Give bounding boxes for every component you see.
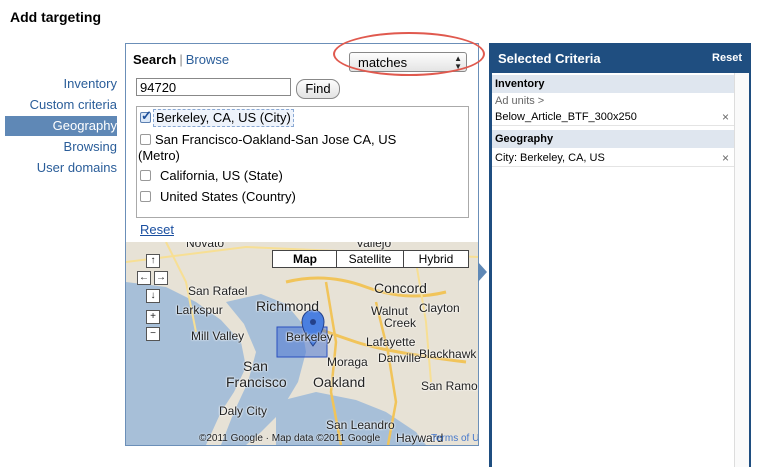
tab-search[interactable]: Search: [133, 52, 176, 67]
nav-item-geography[interactable]: Geography: [5, 116, 117, 136]
page-title: Add targeting: [10, 9, 101, 25]
map-place-label: Richmond: [256, 298, 320, 314]
nav-item-label: User domains: [36, 160, 117, 175]
map-place-label: Moraga: [327, 355, 368, 369]
nav-item-custom-criteria[interactable]: Custom criteria: [0, 95, 117, 115]
result-item-continuation: (Metro): [138, 148, 180, 164]
tab-separator: |: [179, 52, 183, 67]
map-place-label: San Rafael: [188, 284, 248, 298]
criteria-section-heading: Geography: [492, 130, 734, 148]
search-tabs: Search | Browse: [133, 52, 229, 67]
remove-icon[interactable]: ×: [722, 150, 729, 167]
criteria-item: City: Berkeley, CA, US ×: [492, 150, 734, 167]
nav-item-label: Inventory: [63, 76, 117, 91]
result-item[interactable]: California, US (State): [140, 168, 283, 184]
map-place-label: San Leandro: [326, 418, 395, 432]
map-type-hybrid-button[interactable]: Hybrid: [403, 250, 469, 268]
result-label: California, US (State): [160, 168, 283, 183]
result-label: Berkeley, CA, US (City): [156, 110, 291, 125]
map-terms-link[interactable]: Terms of Use: [431, 433, 478, 444]
map-place-label: Lafayette: [366, 335, 416, 349]
map-place-label: San Ramon: [421, 379, 478, 393]
remove-icon[interactable]: ×: [722, 109, 729, 126]
nav-item-inventory[interactable]: Inventory: [0, 74, 117, 94]
map-place-label: Mill Valley: [191, 329, 245, 343]
result-label: United States (Country): [160, 189, 296, 204]
map-place-label: Vallejo: [356, 242, 392, 250]
map-place-label: Daly City: [219, 404, 268, 418]
checkbox-icon[interactable]: [140, 170, 151, 181]
checkbox-checked-icon[interactable]: [140, 108, 152, 124]
map-place-label: Creek: [384, 316, 417, 330]
map-place-label: Francisco: [226, 374, 287, 390]
result-label: San Francisco-Oakland-San Jose CA, US: [155, 132, 397, 147]
pan-up-icon[interactable]: ↑: [146, 254, 160, 268]
zoom-in-icon[interactable]: +: [146, 310, 160, 324]
result-item[interactable]: United States (Country): [140, 189, 296, 205]
map-place-label: Berkeley: [286, 330, 333, 344]
nav-item-browsing[interactable]: Browsing: [0, 137, 117, 157]
criteria-scrollbar[interactable]: [734, 73, 749, 467]
checkbox-icon[interactable]: [140, 134, 151, 145]
criteria-item-label: Below_Article_BTF_300x250: [495, 111, 637, 123]
zoom-out-icon[interactable]: −: [146, 327, 160, 341]
result-item[interactable]: San Francisco-Oakland-San Jose CA, US: [140, 132, 455, 148]
map-place-label: Oakland: [313, 374, 366, 390]
results-list: Berkeley, CA, US (City) San Francisco-Oa…: [136, 106, 469, 218]
highlight-ellipse: [333, 32, 485, 76]
criteria-subheading: Ad units >: [495, 95, 545, 107]
criteria-item: Below_Article_BTF_300x250 ×: [492, 109, 734, 126]
map-place-label: San: [243, 358, 268, 374]
criteria-reset-button[interactable]: Reset: [712, 52, 742, 64]
nav-item-label: Browsing: [63, 139, 117, 154]
map[interactable]: ↑ ← → ↓ + − Map Satellite Hybrid Novato …: [126, 242, 478, 445]
find-button[interactable]: Find: [296, 79, 340, 99]
search-panel: Search|Browse matches ▲▼ Find Berkeley, …: [125, 43, 479, 446]
map-place-label: Blackhawk: [419, 347, 477, 361]
search-input[interactable]: [136, 78, 291, 96]
nav-item-label: Custom criteria: [29, 97, 117, 112]
criteria-list: Inventory Ad units > Below_Article_BTF_3…: [492, 73, 734, 467]
map-place-label: Larkspur: [176, 303, 223, 317]
map-place-label: Concord: [374, 280, 427, 296]
panel-arrow-icon: [478, 262, 487, 282]
result-label-continued: (Metro): [138, 148, 180, 163]
criteria-section-heading: Inventory: [492, 75, 734, 93]
criteria-header: Selected Criteria Reset: [489, 43, 751, 73]
nav-item-user-domains[interactable]: User domains: [0, 158, 117, 178]
criteria-title: Selected Criteria: [498, 51, 601, 66]
map-place-label: Clayton: [419, 301, 460, 315]
map-place-label: Danville: [378, 351, 421, 365]
map-type-map-button[interactable]: Map: [272, 250, 338, 268]
criteria-item-label: City: Berkeley, CA, US: [495, 152, 605, 164]
pan-right-icon[interactable]: →: [154, 271, 168, 285]
pan-down-icon[interactable]: ↓: [146, 289, 160, 303]
search-reset-link[interactable]: Reset: [140, 222, 174, 237]
result-item[interactable]: Berkeley, CA, US (City): [140, 108, 294, 127]
nav-item-label: Geography: [52, 118, 117, 133]
pan-left-icon[interactable]: ←: [137, 271, 151, 285]
map-place-label: Novato: [186, 242, 225, 250]
map-type-satellite-button[interactable]: Satellite: [336, 250, 404, 268]
tab-browse[interactable]: Browse: [186, 52, 229, 67]
selected-criteria-panel: Selected Criteria Reset Inventory Ad uni…: [489, 43, 751, 467]
checkbox-icon[interactable]: [140, 191, 151, 202]
map-copyright: ©2011 Google · Map data ©2011 Google: [199, 433, 381, 444]
